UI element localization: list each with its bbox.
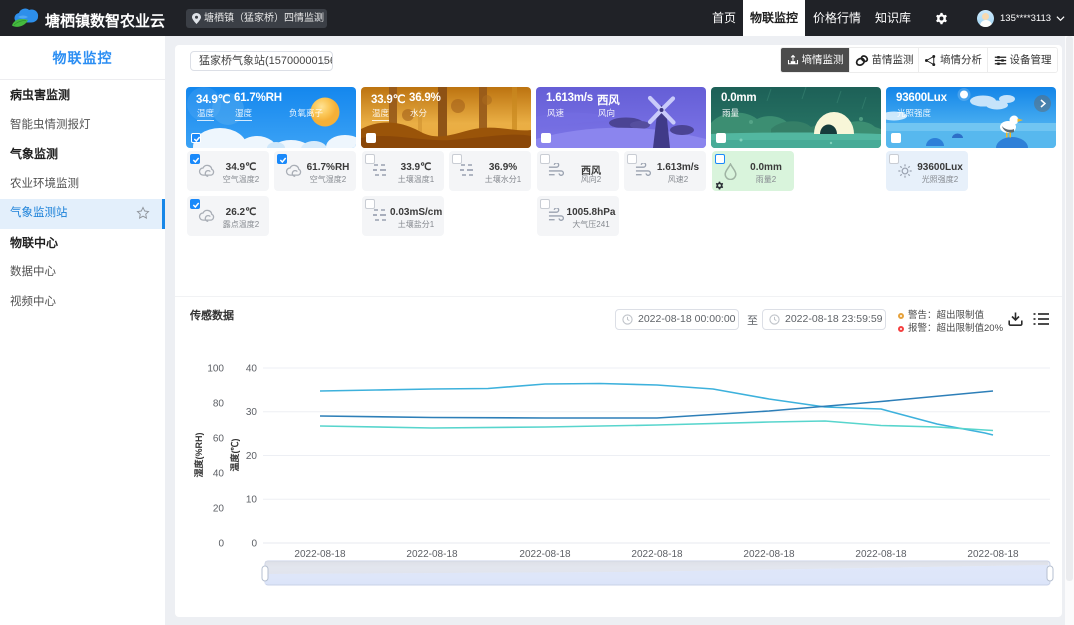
svg-text:0: 0 — [218, 539, 224, 550]
svg-text:温度(℃): 温度(℃) — [229, 439, 240, 472]
svg-text:20: 20 — [246, 451, 258, 462]
svg-text:2022-08-18: 2022-08-18 — [406, 549, 458, 560]
svg-text:40: 40 — [246, 364, 258, 375]
svg-text:2022-08-18: 2022-08-18 — [519, 549, 571, 560]
svg-text:湿度(%RH): 湿度(%RH) — [193, 433, 204, 478]
svg-text:60: 60 — [213, 434, 225, 445]
svg-text:10: 10 — [246, 495, 258, 506]
svg-text:100: 100 — [207, 364, 224, 375]
svg-text:80: 80 — [213, 399, 225, 410]
svg-text:20: 20 — [213, 504, 225, 515]
svg-text:40: 40 — [213, 469, 225, 480]
svg-text:2022-08-18: 2022-08-18 — [967, 549, 1019, 560]
svg-text:30: 30 — [246, 407, 258, 418]
svg-text:0: 0 — [251, 539, 257, 550]
svg-text:2022-08-18: 2022-08-18 — [855, 549, 907, 560]
svg-text:2022-08-18: 2022-08-18 — [743, 549, 795, 560]
svg-text:2022-08-18: 2022-08-18 — [631, 549, 683, 560]
svg-text:2022-08-18: 2022-08-18 — [294, 549, 346, 560]
